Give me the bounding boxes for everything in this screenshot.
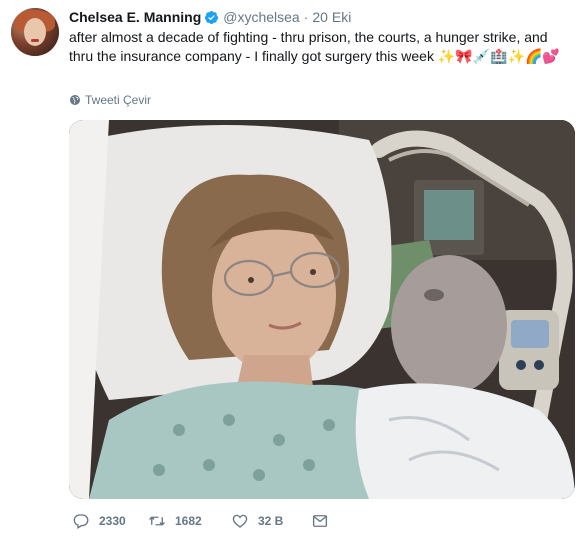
retweet-button[interactable]: 1682 <box>148 512 231 530</box>
direct-message-icon <box>312 515 328 527</box>
translate-label: Tweeti Çevir <box>85 93 152 107</box>
separator-dot: · <box>303 9 309 25</box>
like-button[interactable]: 32 B <box>231 512 311 530</box>
tweet-date[interactable]: 20 Eki <box>312 9 351 25</box>
avatar[interactable] <box>11 8 59 56</box>
reply-button[interactable]: 2330 <box>72 512 148 530</box>
retweet-icon <box>149 516 165 526</box>
reply-count: 2330 <box>99 514 126 528</box>
reply-icon <box>73 514 89 529</box>
direct-message-button[interactable] <box>311 512 338 530</box>
retweet-count: 1682 <box>175 514 202 528</box>
translate-tweet-link[interactable]: Tweeti Çevir <box>69 93 151 107</box>
tweet-photo[interactable] <box>69 120 575 499</box>
hospital-photo <box>69 120 575 499</box>
like-count: 32 B <box>258 514 284 528</box>
tweet: Chelsea E. Manning @xychelsea · 20 Eki a… <box>0 0 584 540</box>
verified-badge-icon <box>205 10 219 24</box>
author-name[interactable]: Chelsea E. Manning <box>69 9 201 25</box>
tweet-actions: 2330 1682 32 B <box>72 512 338 530</box>
globe-icon <box>70 95 80 105</box>
author-handle[interactable]: @xychelsea <box>223 9 299 25</box>
like-icon <box>232 514 248 528</box>
tweet-text: after almost a decade of fighting - thru… <box>69 29 560 64</box>
tweet-header: Chelsea E. Manning @xychelsea · 20 Eki <box>69 8 351 26</box>
